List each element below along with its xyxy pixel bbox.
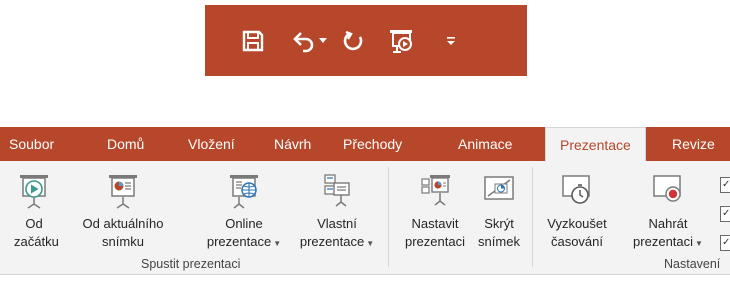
set-up-slide-show-label-2: prezentaci bbox=[405, 234, 465, 249]
start-from-beginning-icon[interactable] bbox=[386, 25, 420, 57]
online-presentation-label-2: prezentace bbox=[206, 234, 272, 249]
from-current-slide-label-2: snímku bbox=[102, 234, 144, 249]
ribbon-tab-bar: Soubor Domů Vložení Návrh Přechody Anima… bbox=[0, 127, 730, 162]
undo-icon[interactable] bbox=[291, 25, 317, 57]
record-slide-show-label-1: Nahrát bbox=[648, 216, 688, 231]
set-up-slide-show-icon bbox=[421, 175, 450, 206]
redo-icon[interactable] bbox=[340, 25, 368, 57]
from-beginning-button[interactable]: Od začátku bbox=[14, 161, 59, 257]
group-label-setup: Nastavení bbox=[664, 257, 721, 271]
undo-dropdown-icon[interactable] bbox=[318, 25, 328, 57]
custom-show-line2: prezentace ▼ bbox=[291, 234, 383, 249]
custom-show-label-1: Vlastní bbox=[317, 216, 357, 231]
online-presentation-icon bbox=[230, 175, 258, 209]
group-separator bbox=[532, 167, 533, 267]
tab-home[interactable]: Domů bbox=[107, 127, 144, 161]
checkmark-icon: ✓ bbox=[722, 237, 730, 248]
quick-access-toolbar bbox=[205, 5, 527, 76]
rehearse-timings-label-2: časování bbox=[550, 234, 604, 249]
record-slide-show-line2: prezentaci ▼ bbox=[621, 234, 715, 249]
custom-show-icon bbox=[324, 174, 350, 207]
tab-review[interactable]: Revize bbox=[672, 127, 715, 161]
from-current-slide-label-1: Od aktuálního bbox=[82, 216, 164, 231]
chevron-down-icon[interactable]: ▼ bbox=[273, 239, 281, 248]
from-current-slide-button[interactable]: Od aktuálního snímku bbox=[77, 161, 169, 257]
checkbox-option-1[interactable]: ✓ bbox=[720, 177, 730, 193]
checkbox-option-2[interactable]: ✓ bbox=[720, 206, 730, 222]
online-presentation-label-1: Online bbox=[225, 216, 263, 231]
chevron-down-icon[interactable]: ▼ bbox=[366, 239, 374, 248]
set-up-slide-show-button[interactable]: Nastavit prezentaci bbox=[396, 161, 474, 257]
online-presentation-line2: prezentace ▼ bbox=[198, 234, 290, 249]
group-label-start-slide-show: Spustit prezentaci bbox=[141, 257, 241, 271]
hide-slide-label-1: Skrýt bbox=[484, 216, 514, 231]
chevron-down-icon[interactable]: ▼ bbox=[695, 239, 703, 248]
online-presentation-button[interactable]: Online prezentace ▼ bbox=[198, 161, 290, 257]
from-beginning-label-2: začátku bbox=[14, 234, 59, 249]
custom-show-button[interactable]: Vlastní prezentace ▼ bbox=[291, 161, 383, 257]
rehearse-timings-button[interactable]: Vyzkoušet časování bbox=[539, 161, 615, 257]
set-up-slide-show-label-1: Nastavit bbox=[411, 216, 459, 231]
record-slide-show-icon bbox=[653, 175, 681, 202]
from-beginning-icon bbox=[20, 175, 48, 209]
tab-transitions[interactable]: Přechody bbox=[343, 127, 402, 161]
rehearse-timings-label-1: Vyzkoušet bbox=[547, 216, 607, 231]
checkbox-option-3[interactable]: ✓ bbox=[720, 235, 730, 251]
from-beginning-label-1: Od bbox=[25, 216, 43, 231]
record-slide-show-label-2: prezentaci bbox=[633, 234, 694, 249]
hide-slide-button[interactable]: Skrýt snímek bbox=[474, 161, 524, 257]
customize-toolbar-icon[interactable] bbox=[444, 25, 458, 57]
from-current-slide-icon bbox=[109, 175, 137, 209]
tab-insert[interactable]: Vložení bbox=[188, 127, 235, 161]
custom-show-label-2: prezentace bbox=[299, 234, 365, 249]
rehearse-timings-icon bbox=[562, 175, 590, 204]
save-icon[interactable] bbox=[238, 25, 268, 57]
group-separator bbox=[388, 167, 389, 267]
tab-slide-show[interactable]: Prezentace bbox=[545, 127, 646, 162]
checkmark-icon: ✓ bbox=[722, 208, 730, 219]
hide-slide-label-2: snímek bbox=[478, 234, 520, 249]
tab-animations[interactable]: Animace bbox=[458, 127, 512, 161]
tab-design[interactable]: Návrh bbox=[274, 127, 311, 161]
hide-slide-icon bbox=[484, 176, 514, 200]
ribbon-panel: Od začátku Od aktuálního snímku Online p… bbox=[0, 161, 730, 275]
checkmark-icon: ✓ bbox=[722, 179, 730, 190]
record-slide-show-button[interactable]: Nahrát prezentaci ▼ bbox=[621, 161, 715, 257]
tab-file[interactable]: Soubor bbox=[9, 127, 54, 161]
